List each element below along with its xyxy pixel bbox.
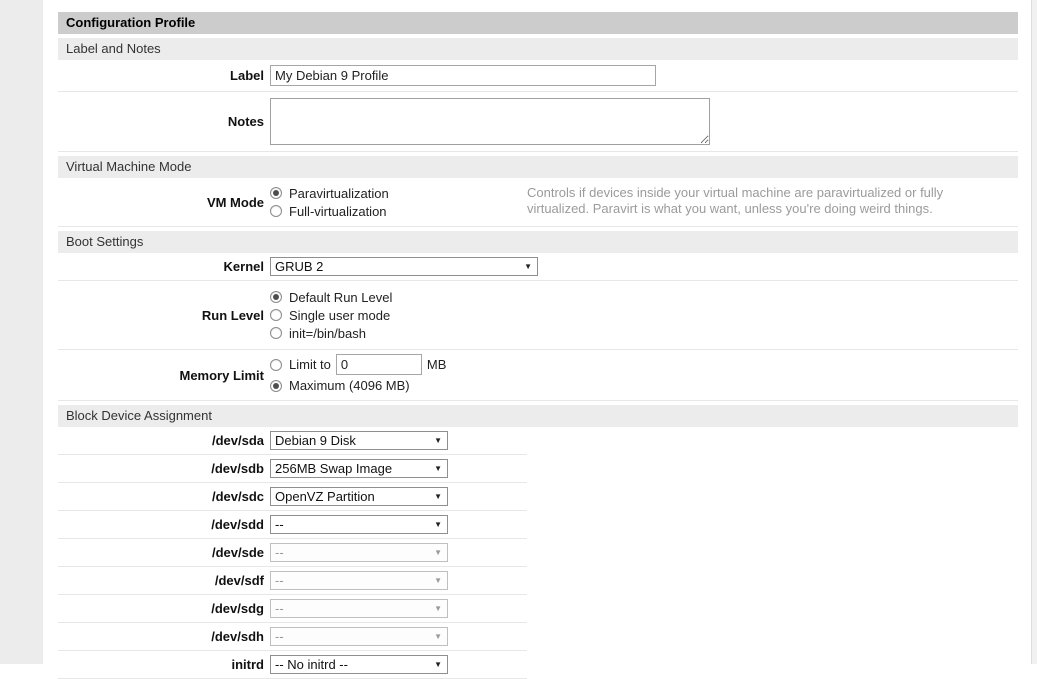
block-device-select-value: -- — [275, 545, 284, 560]
full-virtualization-radio[interactable] — [270, 205, 282, 217]
section-block-device-assignment: Block Device Assignment — [58, 405, 1018, 427]
left-gutter — [0, 0, 43, 664]
init-bin-bash-radio-label: init=/bin/bash — [289, 326, 366, 341]
label-field-label: Label — [58, 68, 270, 83]
limit-to-radio-label: Limit to — [289, 357, 331, 372]
maximum-memory-radio-label: Maximum (4096 MB) — [289, 378, 410, 393]
chevron-down-icon: ▼ — [434, 436, 442, 445]
block-device-row: initrd -- No initrd -- ▼ — [58, 651, 527, 679]
block-device-row: /dev/sdd -- ▼ — [58, 511, 527, 539]
block-device-select[interactable]: -- ▼ — [270, 515, 448, 534]
block-device-row: /dev/sdh -- ▼ — [58, 623, 527, 651]
block-device-label: /dev/sdd — [58, 517, 270, 532]
memory-limit-label: Memory Limit — [58, 368, 270, 383]
block-device-row: /dev/sde -- ▼ — [58, 539, 527, 567]
vm-mode-row: VM Mode Paravirtualization Full-virtuali… — [58, 178, 1018, 227]
block-device-label: initrd — [58, 657, 270, 672]
vm-mode-help-text: Controls if devices inside your virtual … — [527, 184, 1018, 217]
run-level-option-default[interactable]: Default Run Level — [270, 288, 1018, 306]
limit-to-radio[interactable] — [270, 359, 282, 371]
block-device-select[interactable]: -- ▼ — [270, 627, 448, 646]
block-device-row: /dev/sdf -- ▼ — [58, 567, 527, 595]
block-device-select[interactable]: OpenVZ Partition ▼ — [270, 487, 448, 506]
memory-limit-input[interactable] — [336, 354, 422, 375]
label-row: Label — [58, 60, 1018, 92]
full-virtualization-radio-label: Full-virtualization — [289, 204, 387, 219]
default-run-level-radio[interactable] — [270, 291, 282, 303]
chevron-down-icon: ▼ — [434, 632, 442, 641]
kernel-select[interactable]: GRUB 2 ▼ — [270, 257, 538, 276]
kernel-label: Kernel — [58, 259, 270, 274]
block-device-select-value: OpenVZ Partition — [275, 489, 375, 504]
block-device-label: /dev/sdh — [58, 629, 270, 644]
block-device-select-value: 256MB Swap Image — [275, 461, 392, 476]
single-user-mode-radio[interactable] — [270, 309, 282, 321]
chevron-down-icon: ▼ — [434, 548, 442, 557]
notes-field-label: Notes — [58, 114, 270, 129]
block-device-label: /dev/sdg — [58, 601, 270, 616]
block-device-select-value: -- — [275, 601, 284, 616]
section-boot-settings: Boot Settings — [58, 231, 1018, 253]
vertical-scrollbar[interactable] — [1031, 0, 1037, 664]
block-device-row: /dev/sdb 256MB Swap Image ▼ — [58, 455, 527, 483]
block-device-select[interactable]: -- ▼ — [270, 599, 448, 618]
block-device-select[interactable]: -- No initrd -- ▼ — [270, 655, 448, 674]
notes-row: Notes — [58, 92, 1018, 152]
chevron-down-icon: ▼ — [434, 520, 442, 529]
block-device-select-value: -- No initrd -- — [275, 657, 348, 672]
label-input[interactable] — [270, 65, 656, 86]
paravirtualization-radio-label: Paravirtualization — [289, 186, 389, 201]
run-level-option-init-bash[interactable]: init=/bin/bash — [270, 324, 1018, 342]
configuration-profile-form: Configuration Profile Label and Notes La… — [58, 12, 1018, 679]
block-device-label: /dev/sdf — [58, 573, 270, 588]
vm-mode-option-full-virtualization[interactable]: Full-virtualization — [270, 202, 527, 220]
block-device-label: /dev/sdb — [58, 461, 270, 476]
chevron-down-icon: ▼ — [524, 262, 532, 271]
block-device-select-value: -- — [275, 517, 284, 532]
block-device-row: /dev/sda Debian 9 Disk ▼ — [58, 427, 527, 455]
chevron-down-icon: ▼ — [434, 604, 442, 613]
block-device-select-value: Debian 9 Disk — [275, 433, 356, 448]
block-device-select[interactable]: 256MB Swap Image ▼ — [270, 459, 448, 478]
block-device-select-value: -- — [275, 629, 284, 644]
run-level-row: Run Level Default Run Level Single user … — [58, 281, 1018, 350]
single-user-mode-radio-label: Single user mode — [289, 308, 390, 323]
vm-mode-label: VM Mode — [58, 195, 270, 210]
memory-limit-row: Memory Limit Limit to MB Maximum (4096 M… — [58, 350, 1018, 401]
chevron-down-icon: ▼ — [434, 492, 442, 501]
default-run-level-radio-label: Default Run Level — [289, 290, 392, 305]
notes-textarea[interactable] — [270, 98, 710, 145]
block-device-label: /dev/sde — [58, 545, 270, 560]
block-device-select[interactable]: Debian 9 Disk ▼ — [270, 431, 448, 450]
block-device-row: /dev/sdc OpenVZ Partition ▼ — [58, 483, 527, 511]
paravirtualization-radio[interactable] — [270, 187, 282, 199]
memory-limit-option-maximum[interactable]: Maximum (4096 MB) — [270, 375, 1018, 396]
block-device-select[interactable]: -- ▼ — [270, 543, 448, 562]
kernel-row: Kernel GRUB 2 ▼ — [58, 253, 1018, 281]
block-device-select-value: -- — [275, 573, 284, 588]
memory-limit-option-limit[interactable]: Limit to MB — [270, 354, 1018, 375]
memory-limit-unit: MB — [427, 357, 447, 372]
section-label-and-notes: Label and Notes — [58, 38, 1018, 60]
section-virtual-machine-mode: Virtual Machine Mode — [58, 156, 1018, 178]
block-device-select[interactable]: -- ▼ — [270, 571, 448, 590]
chevron-down-icon: ▼ — [434, 464, 442, 473]
block-device-row: /dev/sdg -- ▼ — [58, 595, 527, 623]
maximum-memory-radio[interactable] — [270, 380, 282, 392]
run-level-option-single-user[interactable]: Single user mode — [270, 306, 1018, 324]
vm-mode-option-paravirtualization[interactable]: Paravirtualization — [270, 184, 527, 202]
chevron-down-icon: ▼ — [434, 576, 442, 585]
block-device-label: /dev/sdc — [58, 489, 270, 504]
block-device-rows: /dev/sda Debian 9 Disk ▼ /dev/sdb 256MB … — [58, 427, 1018, 679]
kernel-select-value: GRUB 2 — [275, 259, 323, 274]
init-bin-bash-radio[interactable] — [270, 327, 282, 339]
run-level-label: Run Level — [58, 308, 270, 323]
block-device-label: /dev/sda — [58, 433, 270, 448]
page-title: Configuration Profile — [58, 12, 1018, 34]
chevron-down-icon: ▼ — [434, 660, 442, 669]
